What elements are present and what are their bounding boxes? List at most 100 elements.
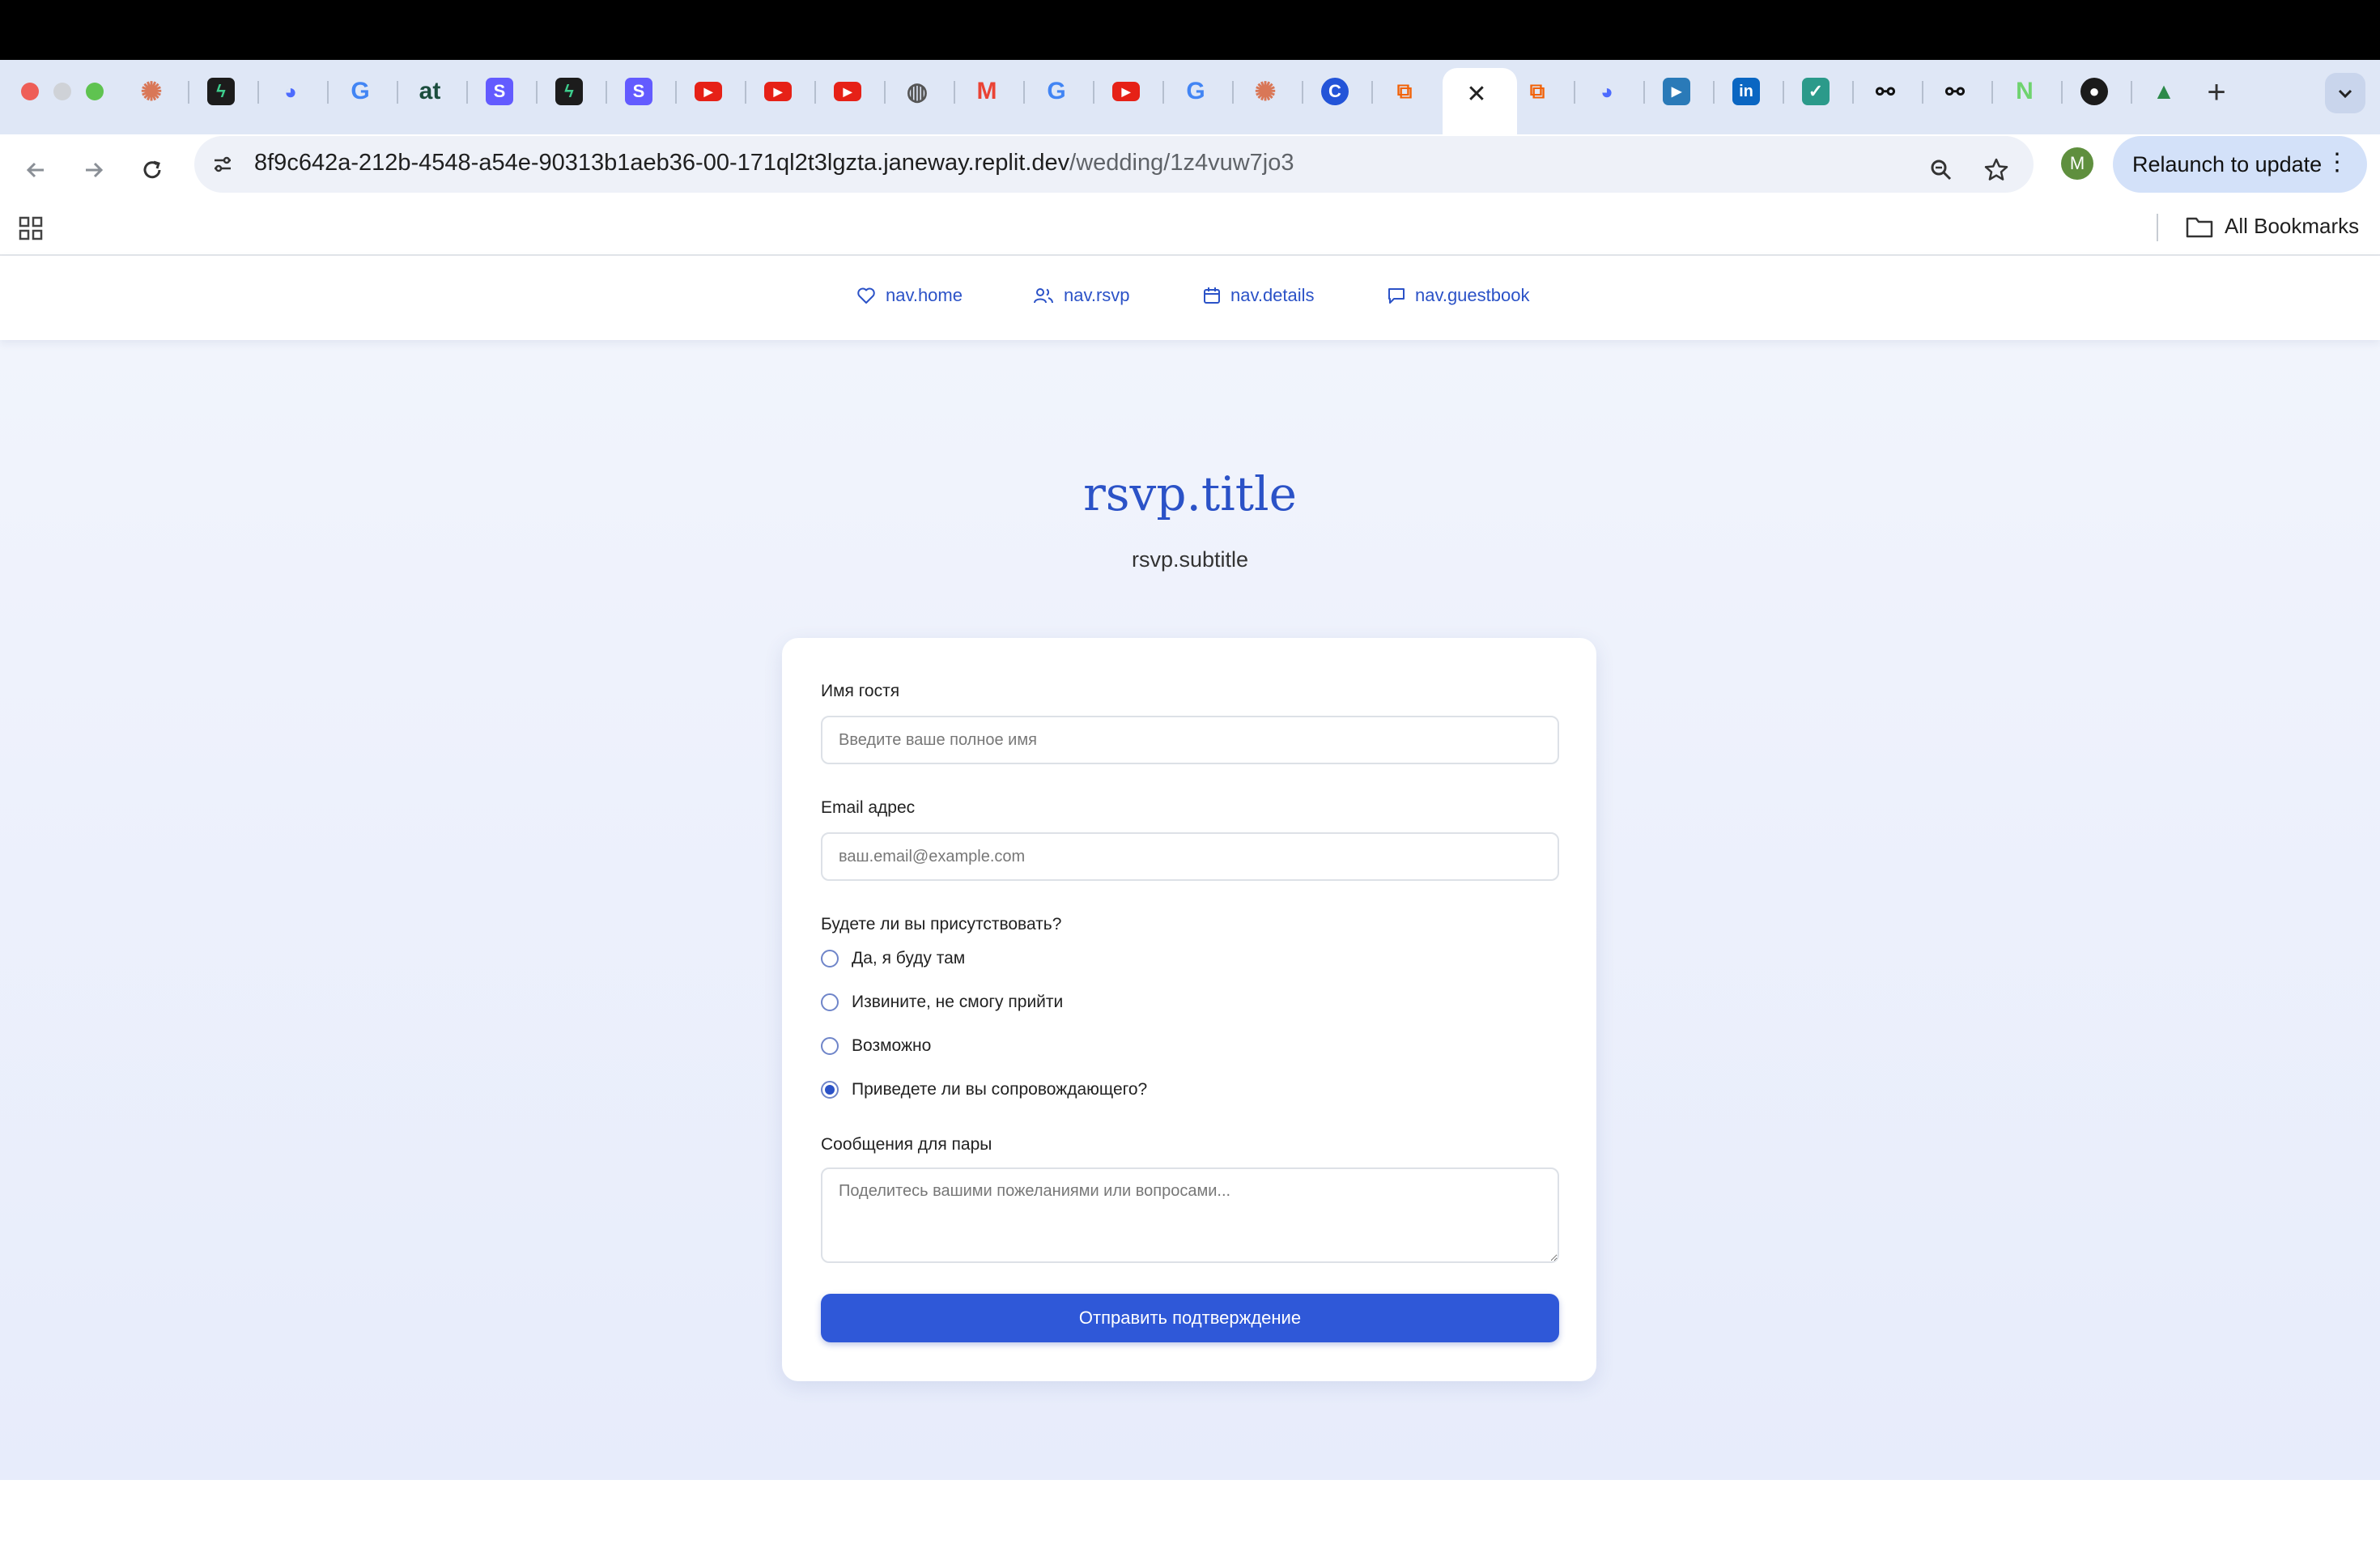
youtube-icon[interactable]: ▶ <box>764 82 792 101</box>
name-label: Имя гостя <box>821 682 900 700</box>
back-button[interactable] <box>13 147 58 193</box>
radio-maybe[interactable] <box>821 1037 839 1055</box>
screen-top-bar <box>0 0 2380 60</box>
site-info-icon[interactable] <box>206 147 240 181</box>
stripe-icon[interactable]: S <box>486 78 513 105</box>
calendar-icon <box>1204 287 1220 304</box>
forward-button[interactable] <box>71 147 117 193</box>
minimize-window-button[interactable] <box>53 83 71 100</box>
tab-separator <box>2061 81 2063 104</box>
supabase-icon[interactable]: ϟ <box>555 78 583 105</box>
linkedin-icon[interactable]: in <box>1732 78 1760 105</box>
tab-separator <box>745 81 746 104</box>
all-bookmarks-button[interactable]: All Bookmarks <box>2186 214 2359 239</box>
app-icon[interactable]: ▲ <box>2150 78 2178 105</box>
radio-yes[interactable] <box>821 950 839 968</box>
claude-icon[interactable]: ✺ <box>1252 77 1279 106</box>
heart-icon <box>857 287 875 304</box>
page-title: rsvp.title <box>1083 466 1297 521</box>
forward-arrow-icon <box>86 162 104 178</box>
stripe-icon[interactable]: S <box>625 78 652 105</box>
folder-icon <box>2186 217 2213 237</box>
youtube-icon[interactable]: ▶ <box>695 82 722 101</box>
zoom-button[interactable] <box>1919 147 1964 193</box>
nav-home-link[interactable]: nav.home <box>856 285 963 306</box>
claude-icon[interactable]: ✺ <box>138 77 165 106</box>
nav-home-label: nav.home <box>886 285 963 305</box>
chevron-down-icon <box>2338 89 2352 99</box>
tab-separator <box>188 81 189 104</box>
youtube-icon[interactable]: ▶ <box>1112 82 1140 101</box>
deepseek-icon[interactable]: ◕ <box>1593 78 1621 105</box>
apps-grid-icon[interactable] <box>18 215 44 241</box>
nav-details-link[interactable]: nav.details <box>1203 285 1315 306</box>
google-icon[interactable]: G <box>346 78 374 105</box>
tab-search-button[interactable] <box>2325 73 2365 113</box>
profile-avatar[interactable]: M <box>2061 147 2093 180</box>
deepseek-icon[interactable]: ◕ <box>277 78 304 105</box>
bookmark-button[interactable] <box>1974 147 2019 193</box>
email-label: Email адрес <box>821 798 916 817</box>
notion-icon[interactable]: N <box>2011 78 2038 105</box>
reload-button[interactable] <box>130 147 175 193</box>
close-tab-icon[interactable]: ✕ <box>1462 79 1491 108</box>
nav-rsvp-label: nav.rsvp <box>1064 285 1130 305</box>
google-icon[interactable]: G <box>1043 78 1070 105</box>
attend-option-yes[interactable]: Да, я буду там <box>821 949 965 968</box>
message-label: Сообщения для пары <box>821 1135 992 1154</box>
n8n-icon[interactable]: ⚯ <box>1872 78 1899 105</box>
page-subtitle: rsvp.subtitle <box>1131 547 1249 572</box>
replit-icon[interactable]: ⧉ <box>1524 78 1551 105</box>
more-menu-icon[interactable]: ⋮ <box>2325 151 2349 175</box>
tab-separator <box>1023 81 1025 104</box>
radio-no[interactable] <box>821 993 839 1011</box>
message-textarea[interactable] <box>821 1167 1559 1263</box>
new-tab-icon[interactable]: + <box>2200 74 2233 110</box>
close-window-button[interactable] <box>21 83 39 100</box>
url-path: /wedding/1z4vuw7jo3 <box>1069 150 1294 176</box>
tab-separator <box>1302 81 1303 104</box>
tab-separator <box>1093 81 1094 104</box>
nav-rsvp-link[interactable]: nav.rsvp <box>1033 285 1130 306</box>
reload-icon <box>143 160 161 179</box>
google-icon[interactable]: G <box>1182 78 1209 105</box>
back-arrow-icon <box>26 162 44 178</box>
maximize-window-button[interactable] <box>86 83 104 100</box>
nav-guestbook-label: nav.guestbook <box>1415 285 1530 305</box>
attend-option-plus-one[interactable]: Приведете ли вы сопровождающего? <box>821 1080 1147 1099</box>
github-icon[interactable]: ● <box>2080 78 2108 105</box>
tab-separator <box>675 81 677 104</box>
tab-separator <box>1574 81 1575 104</box>
attend-option-no[interactable]: Извините, не смогу прийти <box>821 993 1063 1012</box>
name-input[interactable] <box>821 716 1559 764</box>
youtube-icon[interactable]: ▶ <box>834 82 861 101</box>
at-icon[interactable]: at <box>416 78 444 105</box>
attend-option-maybe[interactable]: Возможно <box>821 1036 931 1056</box>
tab-separator <box>466 81 468 104</box>
tab-separator <box>257 81 259 104</box>
option-label: Извините, не смогу прийти <box>852 993 1064 1011</box>
tab-separator <box>1162 81 1164 104</box>
n8n-icon[interactable]: ⚯ <box>1941 78 1969 105</box>
email-input[interactable] <box>821 832 1559 881</box>
tab-separator <box>884 81 886 104</box>
bookmarks-divider <box>2157 214 2158 241</box>
supabase-icon[interactable]: ϟ <box>207 78 235 105</box>
video-icon[interactable]: ▶ <box>1663 78 1690 105</box>
bookmarks-bar <box>0 199 2380 256</box>
c-icon[interactable]: C <box>1321 78 1349 105</box>
radio-plus-one[interactable] <box>821 1081 839 1099</box>
message-icon <box>1388 288 1405 304</box>
relaunch-label: Relaunch to update <box>2132 151 2323 176</box>
tab-separator <box>606 81 607 104</box>
globe-icon[interactable]: ◍ <box>903 78 931 105</box>
gmail-icon[interactable]: M <box>973 78 1001 105</box>
relaunch-button[interactable]: Relaunch to update ⋮ <box>2113 136 2367 193</box>
tasks-icon[interactable]: ✓ <box>1802 78 1830 105</box>
submit-rsvp-button[interactable]: Отправить подтверждение <box>821 1294 1559 1342</box>
address-url[interactable]: 8f9c642a-212b-4548-a54e-90313b1aeb36-00-… <box>254 150 1294 176</box>
nav-guestbook-link[interactable]: nav.guestbook <box>1388 285 1529 306</box>
tab-separator <box>536 81 538 104</box>
tab-separator <box>1371 81 1373 104</box>
replit-icon[interactable]: ⧉ <box>1391 78 1418 105</box>
